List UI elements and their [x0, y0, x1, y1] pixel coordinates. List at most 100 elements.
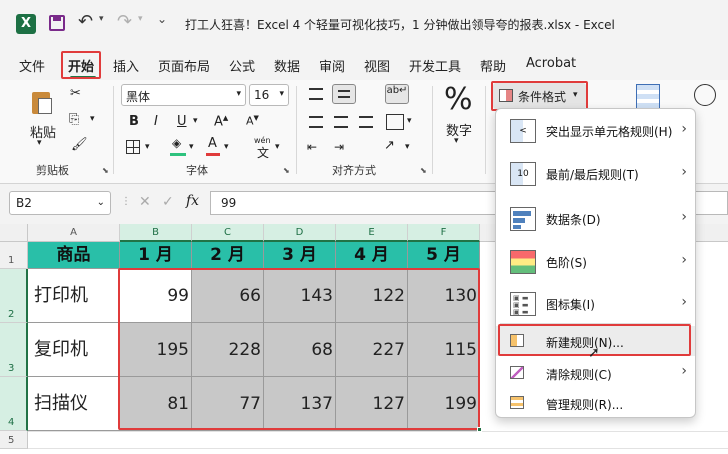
header-cell-month[interactable]: 1 月	[120, 242, 192, 269]
highlight-cells-icon: <	[510, 119, 536, 143]
title-bar: X ↶ ▾ ↷ ▾ ⌄ 打工人狂喜！Excel 4 个轻量可视化技巧，1 分钟做…	[0, 0, 728, 48]
header-cell-month[interactable]: 5 月	[408, 242, 480, 269]
column-header-d[interactable]: D	[264, 224, 336, 242]
column-header-c[interactable]: C	[192, 224, 264, 242]
manage-rules-item[interactable]: 管理规则(R)...	[496, 388, 695, 418]
copy-dropdown-icon[interactable]: ▾	[90, 114, 95, 124]
orientation-icon[interactable]: ↗	[384, 138, 395, 153]
decrease-indent-icon[interactable]: ⇤	[307, 140, 317, 154]
data-bars-item[interactable]: 数据条(D) ›	[496, 199, 695, 239]
icon-sets-item[interactable]: ▣ ▬ ▣ ▬ ▣ ▬ 图标集(I) ›	[496, 284, 695, 324]
top-bottom-icon: 10	[510, 162, 536, 186]
clipboard-launcher-icon[interactable]: ⬊	[102, 166, 109, 175]
divider	[296, 86, 297, 174]
font-color-dropdown-icon[interactable]: ▾	[224, 142, 229, 152]
row-header-1[interactable]: 1	[0, 242, 28, 269]
name-box[interactable]: B2 ⌄	[9, 191, 111, 215]
decrease-font-icon[interactable]: A▼	[246, 114, 259, 128]
select-all-corner[interactable]	[0, 224, 28, 242]
fill-handle[interactable]	[477, 427, 482, 432]
cancel-icon: ✕	[139, 194, 151, 210]
align-right-icon[interactable]	[359, 116, 373, 128]
color-scales-item[interactable]: 色阶(S) ›	[496, 242, 695, 282]
increase-font-icon[interactable]: A▲	[214, 114, 228, 129]
font-color-icon[interactable]: A	[206, 136, 220, 156]
phonetic-dropdown-icon[interactable]: ▾	[275, 142, 280, 152]
clipboard-group-label: 剪贴板	[36, 164, 69, 177]
font-launcher-icon[interactable]: ⬊	[283, 166, 290, 175]
top-bottom-rules-item[interactable]: 10 最前/最后规则(T) ›	[496, 154, 695, 194]
highlight-cells-rules-item[interactable]: < 突出显示单元格规则(H) ›	[496, 111, 695, 151]
borders-icon[interactable]	[126, 140, 140, 154]
wrap-text-icon[interactable]: ab↵	[385, 84, 409, 104]
cut-icon[interactable]: ✂	[70, 86, 81, 101]
undo-icon[interactable]: ↶	[78, 11, 93, 32]
paste-button[interactable]: 粘贴	[30, 122, 56, 141]
underline-button[interactable]: U	[177, 114, 187, 129]
align-left-icon[interactable]	[309, 116, 323, 128]
column-header-a[interactable]: A	[28, 224, 120, 242]
tab-developer[interactable]: 开发工具	[409, 56, 461, 75]
percent-icon[interactable]: %	[444, 82, 473, 117]
tab-file[interactable]: 文件	[19, 56, 45, 75]
format-as-table-icon[interactable]	[636, 84, 660, 110]
data-bars-icon	[510, 207, 536, 231]
tab-insert[interactable]: 插入	[113, 56, 139, 75]
product-cell[interactable]: 打印机	[28, 269, 120, 323]
paste-dropdown-icon[interactable]: ▾	[37, 138, 42, 148]
paste-icon[interactable]	[30, 88, 54, 116]
italic-button[interactable]: I	[154, 114, 158, 129]
divider	[432, 86, 433, 174]
tab-data[interactable]: 数据	[274, 56, 300, 75]
clear-rules-icon	[510, 366, 524, 379]
insert-function-icon[interactable]: fx	[186, 193, 199, 209]
undo-dropdown-icon[interactable]: ▾	[99, 14, 104, 24]
header-cell-month[interactable]: 3 月	[264, 242, 336, 269]
orientation-dropdown-icon[interactable]: ▾	[405, 142, 410, 152]
fill-color-icon[interactable]: ◈	[170, 136, 186, 156]
phonetic-icon[interactable]: wén 文	[254, 136, 272, 160]
borders-dropdown-icon[interactable]: ▾	[145, 142, 150, 152]
header-cell-product[interactable]: 商品	[28, 242, 120, 269]
product-cell[interactable]: 复印机	[28, 323, 120, 377]
tab-view[interactable]: 视图	[364, 56, 390, 75]
number-dropdown-icon[interactable]: ▾	[454, 136, 459, 146]
header-cell-month[interactable]: 2 月	[192, 242, 264, 269]
underline-dropdown-icon[interactable]: ▾	[193, 116, 198, 126]
save-icon[interactable]	[49, 15, 65, 31]
merge-dropdown-icon[interactable]: ▾	[407, 116, 412, 126]
tab-help[interactable]: 帮助	[480, 56, 506, 75]
font-size-select[interactable]: 16 ▾	[249, 84, 289, 106]
column-header-e[interactable]: E	[336, 224, 408, 242]
increase-indent-icon[interactable]: ⇥	[334, 140, 344, 154]
tab-review[interactable]: 审阅	[319, 56, 345, 75]
number-format-button[interactable]: 数字	[446, 120, 472, 139]
copy-icon[interactable]: ⎘	[69, 112, 79, 127]
merge-icon[interactable]	[386, 114, 404, 130]
row-header-2[interactable]: 2	[0, 269, 28, 323]
format-painter-icon[interactable]: 🖌	[71, 137, 88, 152]
cells-icon[interactable]	[694, 84, 716, 106]
row-header-3[interactable]: 3	[0, 323, 28, 377]
column-header-b[interactable]: B	[120, 224, 192, 242]
align-middle-icon[interactable]	[332, 84, 356, 104]
font-name-select[interactable]: 黑体 ▾	[121, 84, 246, 106]
customize-toolbar-icon[interactable]: ⌄	[157, 12, 167, 26]
redo-dropdown-icon: ▾	[138, 14, 143, 24]
tab-formulas[interactable]: 公式	[229, 56, 255, 75]
product-cell[interactable]: 扫描仪	[28, 377, 120, 431]
align-top-icon[interactable]	[309, 88, 323, 100]
bold-button[interactable]: B	[129, 114, 139, 129]
row-header-5[interactable]: 5	[0, 431, 28, 449]
alignment-launcher-icon[interactable]: ⬊	[420, 166, 427, 175]
tab-acrobat[interactable]: Acrobat	[526, 56, 576, 71]
align-center-icon[interactable]	[334, 116, 348, 128]
header-cell-month[interactable]: 4 月	[336, 242, 408, 269]
column-header-f[interactable]: F	[408, 224, 480, 242]
chevron-down-icon: ▾	[236, 89, 241, 99]
fill-color-dropdown-icon[interactable]: ▾	[189, 142, 194, 152]
clear-rules-item[interactable]: 清除规则(C) ›	[496, 358, 695, 388]
tab-page-layout[interactable]: 页面布局	[158, 56, 210, 75]
row-header-4[interactable]: 4	[0, 377, 28, 431]
icon-sets-icon: ▣ ▬ ▣ ▬ ▣ ▬	[510, 292, 536, 316]
